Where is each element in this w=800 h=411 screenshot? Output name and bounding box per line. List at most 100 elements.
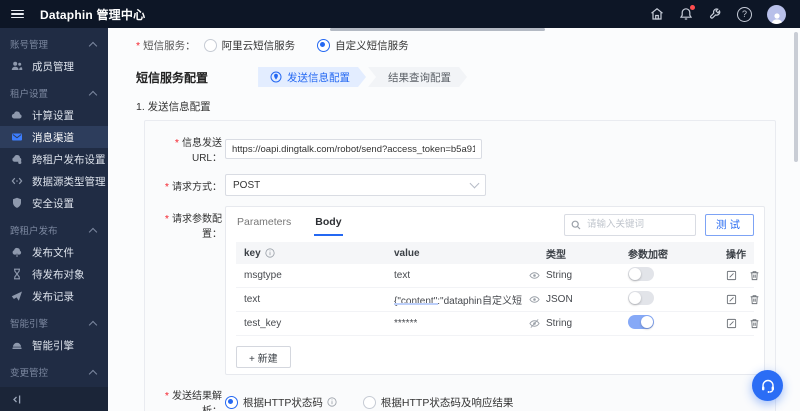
info-icon[interactable] xyxy=(327,397,337,407)
eye-off-icon[interactable] xyxy=(529,318,540,329)
mail-icon xyxy=(11,131,23,143)
result-parse-label: 发送结果解析： xyxy=(172,391,222,411)
params-row: 请求参数配置： Parameters Body 测试 xyxy=(145,206,775,375)
params-tabs: Parameters Body xyxy=(236,213,343,236)
menu-icon[interactable] xyxy=(0,9,34,19)
radio-icon[interactable] xyxy=(225,395,238,409)
keyword-search[interactable] xyxy=(564,213,696,236)
sidebar-item-message-channel[interactable]: 消息渠道 xyxy=(0,126,108,148)
main-content: 短信服务： 阿里云短信服务 自定义短信服务 短信服务配置 发送信息配置 结果查询… xyxy=(108,28,800,411)
collapse-icon xyxy=(13,395,21,403)
method-row: 请求方式： POST xyxy=(145,174,775,196)
cloud-sync-icon xyxy=(11,153,23,165)
info-icon xyxy=(265,248,275,258)
sidebar-item-security-settings[interactable]: 安全设置 xyxy=(0,192,108,214)
sidebar-section-account[interactable]: 账号管理 xyxy=(0,28,108,55)
customer-service-button[interactable] xyxy=(752,370,783,401)
top-header: Dataphin 管理中心 ? xyxy=(0,0,800,28)
encrypt-toggle[interactable] xyxy=(628,291,654,305)
hourglass-icon xyxy=(11,268,23,280)
table-header: key value 类型 参数加密 操作 xyxy=(236,242,754,264)
engine-icon xyxy=(11,339,23,351)
vertical-scrollbar-thumb[interactable] xyxy=(794,32,798,162)
test-button[interactable]: 测试 xyxy=(705,213,754,236)
home-icon[interactable] xyxy=(650,7,664,21)
tab-parameters[interactable]: Parameters xyxy=(236,213,292,236)
send-url-input[interactable] xyxy=(225,139,482,159)
send-icon xyxy=(11,290,23,302)
chevron-up-icon xyxy=(88,227,98,236)
required-marker xyxy=(136,40,143,52)
table-row: msgtype text String xyxy=(236,264,759,288)
delete-icon[interactable] xyxy=(749,270,760,281)
user-avatar[interactable] xyxy=(767,4,786,24)
section1-title: 1. 发送信息配置 xyxy=(136,101,211,113)
radio-http-status-and-response[interactable]: 根据HTTP状态码及响应结果 xyxy=(362,395,513,410)
chevron-down-icon xyxy=(469,178,480,189)
eye-icon[interactable] xyxy=(529,294,540,305)
selected-method: POST xyxy=(233,179,261,191)
chevron-up-icon xyxy=(88,90,98,99)
sidebar-item-members[interactable]: 成员管理 xyxy=(0,55,108,77)
collapse-sidebar-button[interactable] xyxy=(0,387,108,411)
radio-icon[interactable] xyxy=(317,39,331,52)
shield-icon xyxy=(11,197,23,209)
delete-icon[interactable] xyxy=(749,318,760,329)
sms-service-label: 短信服务： xyxy=(143,40,196,52)
sidebar-section-change-control[interactable]: 变更管控 xyxy=(0,356,108,383)
sms-service-row: 短信服务： 阿里云短信服务 自定义短信服务 xyxy=(108,28,800,53)
radio-icon[interactable] xyxy=(362,395,376,409)
radio-icon[interactable] xyxy=(203,39,217,52)
sidebar-item-cross-tenant-publish-settings[interactable]: 跨租户发布设置 xyxy=(0,148,108,170)
panel-title: 短信服务配置 xyxy=(136,70,209,85)
pin-icon xyxy=(270,71,282,83)
eye-icon[interactable] xyxy=(529,270,540,281)
params-label: 请求参数配置： xyxy=(172,214,222,240)
edit-icon[interactable] xyxy=(726,294,737,305)
radio-custom-sms[interactable]: 自定义短信服务 xyxy=(317,38,409,53)
sidebar-item-publish-files[interactable]: 发布文件 xyxy=(0,241,108,263)
tools-icon[interactable] xyxy=(708,7,722,21)
search-icon xyxy=(571,220,581,229)
sidebar-item-pending-objects[interactable]: 待发布对象 xyxy=(0,263,108,285)
result-parse-row: 发送结果解析： 根据HTTP状态码 根据HTTP状态码及响应结果 xyxy=(145,387,775,411)
notification-dot xyxy=(690,5,695,10)
params-toolbar: Parameters Body 测试 xyxy=(226,207,764,236)
cloud-upload-icon xyxy=(11,246,23,258)
sidebar-section-cross-tenant-publish[interactable]: 跨租户发布 xyxy=(0,214,108,241)
sidebar-item-publish-records[interactable]: 发布记录 xyxy=(0,285,108,307)
step-send-config[interactable]: 发送信息配置 xyxy=(258,67,366,87)
tab-body[interactable]: Body xyxy=(314,213,343,236)
horizontal-scrollbar-thumb[interactable] xyxy=(330,28,545,31)
params-table: key value 类型 参数加密 操作 msgtype text String… xyxy=(236,242,759,336)
sidebar: 账号管理 成员管理 租户设置 计算设置 消息渠道 跨租户发布设置 数据源类型管理… xyxy=(0,28,108,411)
step-result-query-config[interactable]: 结果查询配置 xyxy=(368,67,467,87)
new-param-button[interactable]: + 新建 xyxy=(236,346,291,368)
headset-icon xyxy=(761,379,774,393)
search-input[interactable] xyxy=(585,218,689,231)
sidebar-item-datasource-type[interactable]: 数据源类型管理 xyxy=(0,170,108,192)
required-marker xyxy=(165,182,172,193)
sidebar-section-smart-engine[interactable]: 智能引擎 xyxy=(0,307,108,334)
edit-icon[interactable] xyxy=(726,270,737,281)
config-steps: 发送信息配置 结果查询配置 xyxy=(258,67,467,87)
params-panel: Parameters Body 测试 key xyxy=(225,206,765,375)
delete-icon[interactable] xyxy=(749,294,760,305)
edit-icon[interactable] xyxy=(726,318,737,329)
sidebar-item-compute-settings[interactable]: 计算设置 xyxy=(0,104,108,126)
encrypt-toggle[interactable] xyxy=(628,315,654,329)
required-marker xyxy=(165,391,172,402)
sidebar-item-smart-engine[interactable]: 智能引擎 xyxy=(0,334,108,356)
required-marker xyxy=(165,214,172,225)
radio-http-status[interactable]: 根据HTTP状态码 xyxy=(225,395,337,410)
help-icon[interactable]: ? xyxy=(737,6,752,22)
encrypt-toggle[interactable] xyxy=(628,267,654,281)
sidebar-section-tenant[interactable]: 租户设置 xyxy=(0,77,108,104)
request-method-select[interactable]: POST xyxy=(225,174,486,196)
required-marker xyxy=(175,138,182,149)
radio-aliyun-sms[interactable]: 阿里云短信服务 xyxy=(203,38,295,53)
method-label: 请求方式： xyxy=(172,181,222,193)
users-icon xyxy=(11,60,23,72)
notification-bell-icon[interactable] xyxy=(679,5,695,21)
chevron-up-icon xyxy=(88,41,98,50)
